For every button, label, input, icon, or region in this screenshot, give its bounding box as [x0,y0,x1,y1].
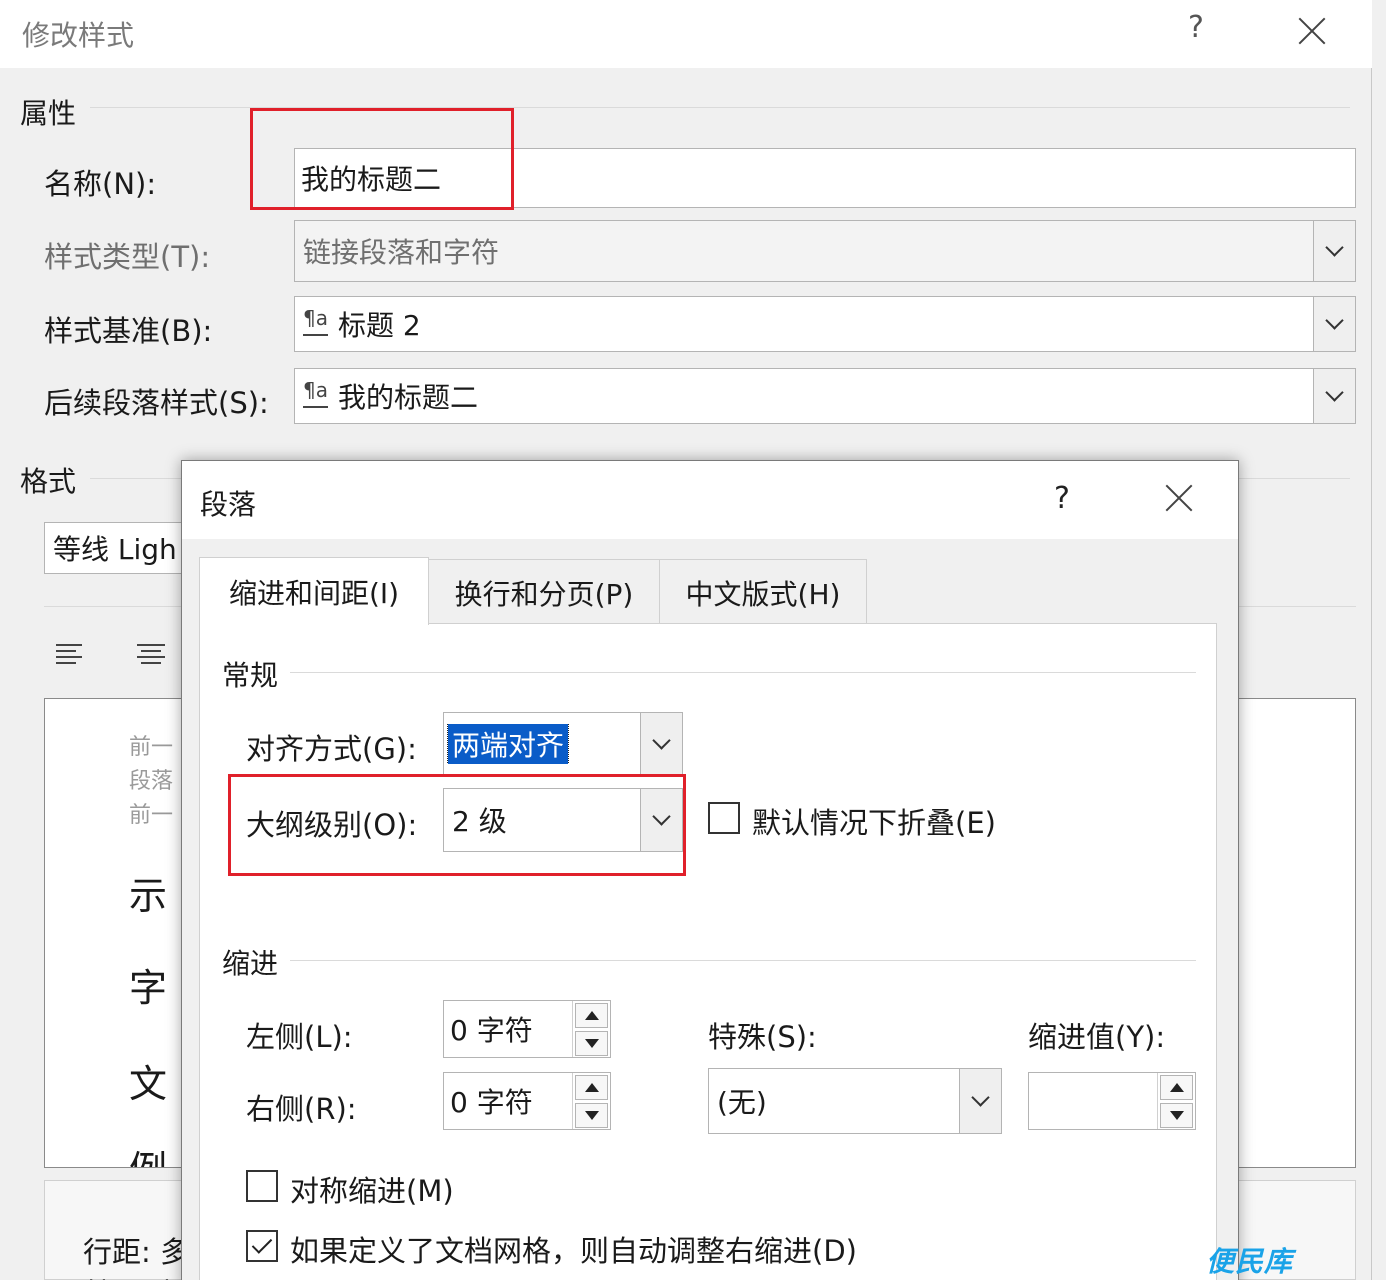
mirror-indent-label[interactable]: 对称缩进(M) [290,1168,454,1210]
auto-adjust-right-indent-label[interactable]: 如果定义了文档网格，则自动调整右缩进(D) [290,1228,857,1270]
left-indent-spinner[interactable]: 0 字符 [443,1000,611,1058]
indent-spacing-panel: 常规 对齐方式(G): 两端对齐 大纲级别(O): 2 级 默认情况下折叠(E)… [199,623,1217,1280]
next-style-value: 我的标题二 [337,381,478,414]
spin-up-button[interactable] [575,1003,608,1028]
arrow-down-icon [584,1111,599,1120]
general-divider [290,672,1196,673]
right-indent-label: 右侧(R): [246,1092,357,1126]
arrow-down-icon [584,1039,599,1048]
close-icon[interactable] [1297,16,1327,46]
preview-prev-line: 前一 [129,803,174,828]
arrow-up-icon [1169,1083,1184,1092]
collapse-default-checkbox[interactable] [708,802,740,834]
name-label: 名称(N): [44,167,157,201]
align-left-icon[interactable] [56,644,84,664]
font-value: 等线 Ligh [53,533,177,566]
preview-sample-line: 例 [129,1139,167,1167]
arrow-up-icon [584,1011,599,1020]
tab-asian-typography[interactable]: 中文版式(H) [659,559,867,625]
format-section-label: 格式 [20,460,87,500]
chevron-down-icon [1325,383,1344,402]
tab-label: 中文版式(H) [685,577,841,611]
chevron-down-icon [971,1088,990,1107]
preview-prev-line: 段落 [129,769,174,794]
next-style-dropdown-button[interactable] [1313,369,1355,423]
arrow-up-icon [584,1083,599,1092]
chevron-down-icon [1325,238,1344,257]
tab-label: 缩进和间距(I) [228,576,400,610]
modify-style-title: 修改样式 [22,19,135,52]
preview-sample-line: 字 [129,966,168,1010]
spin-up-button[interactable] [575,1075,608,1100]
alignment-label: 对齐方式(G): [246,732,417,766]
spin-up-button[interactable] [1160,1075,1193,1100]
paragraph-style-icon: ¶a [303,378,328,408]
align-center-icon[interactable] [137,644,165,664]
next-style-label: 后续段落样式(S): [44,386,269,420]
help-button[interactable]: ? [1188,10,1204,45]
alignment-dropdown-button[interactable] [640,713,682,775]
based-on-combo[interactable]: ¶a 标题 2 [294,296,1356,352]
paragraph-titlebar: 段落 ? [182,461,1238,539]
based-on-value: 标题 2 [337,309,421,342]
mirror-indent-checkbox[interactable] [246,1170,278,1202]
tab-line-page-breaks[interactable]: 换行和分页(P) [428,559,660,625]
based-on-dropdown-button[interactable] [1313,297,1355,351]
special-indent-value: (无) [717,1086,767,1119]
help-button[interactable]: ? [1054,481,1070,516]
line-spacing-text: 行距: 多 [83,1235,189,1269]
special-indent-combo[interactable]: (无) [708,1068,1002,1134]
right-indent-spinner[interactable]: 0 字符 [443,1072,611,1130]
special-indent-label: 特殊(S): [708,1020,817,1054]
paragraph-dialog: 段落 ? 缩进和间距(I) 换行和分页(P) 中文版式(H) 常规 对齐方式(G… [181,460,1239,1280]
chevron-down-icon [1325,311,1344,330]
tab-indent-spacing[interactable]: 缩进和间距(I) [199,557,429,625]
next-style-combo[interactable]: ¶a 我的标题二 [294,368,1356,424]
indent-divider [290,960,1196,961]
spin-down-button[interactable] [575,1103,608,1128]
preview-sample-line: 文 [129,1062,168,1106]
auto-adjust-right-indent-checkbox[interactable] [246,1230,278,1262]
indent-value-label: 缩进值(Y): [1028,1020,1166,1054]
left-indent-value: 0 字符 [450,1014,533,1047]
special-indent-dropdown-button[interactable] [959,1069,1001,1133]
tab-label: 换行和分页(P) [454,577,634,611]
arrow-down-icon [1169,1111,1184,1120]
spin-down-button[interactable] [1160,1103,1193,1128]
watermark-logo: 便民库 [1206,1245,1294,1278]
style-type-label: 样式类型(T): [44,240,211,274]
outline-level-highlight-box [228,774,686,876]
style-type-dropdown-button[interactable] [1313,221,1355,281]
preview-prev-line: 前一 [129,735,174,760]
close-icon[interactable] [1164,483,1194,513]
based-on-label: 样式基准(B): [44,314,213,348]
paragraph-title: 段落 [200,488,257,521]
alignment-combo[interactable]: 两端对齐 [443,712,683,776]
properties-section-label: 属性 [20,92,87,132]
right-indent-value: 0 字符 [450,1086,533,1119]
preview-sample-line: 示 [129,874,168,918]
alignment-value: 两端对齐 [446,724,570,764]
modify-style-titlebar: 修改样式 ? [0,0,1372,68]
chevron-down-icon [652,731,671,750]
indent-value-spinner[interactable] [1028,1072,1196,1130]
collapse-default-label[interactable]: 默认情况下折叠(E) [752,800,996,842]
spin-down-button[interactable] [575,1031,608,1056]
based-on-text: 基于: 标 [83,1271,189,1280]
name-highlight-box [250,108,514,210]
indent-section-label: 缩进 [222,942,289,982]
style-type-combo[interactable]: 链接段落和字符 [294,220,1356,282]
checkmark-icon [251,1233,273,1254]
general-section-label: 常规 [222,654,289,694]
style-type-value: 链接段落和字符 [303,236,500,269]
paragraph-style-icon: ¶a [303,306,328,336]
left-indent-label: 左侧(L): [246,1020,353,1054]
